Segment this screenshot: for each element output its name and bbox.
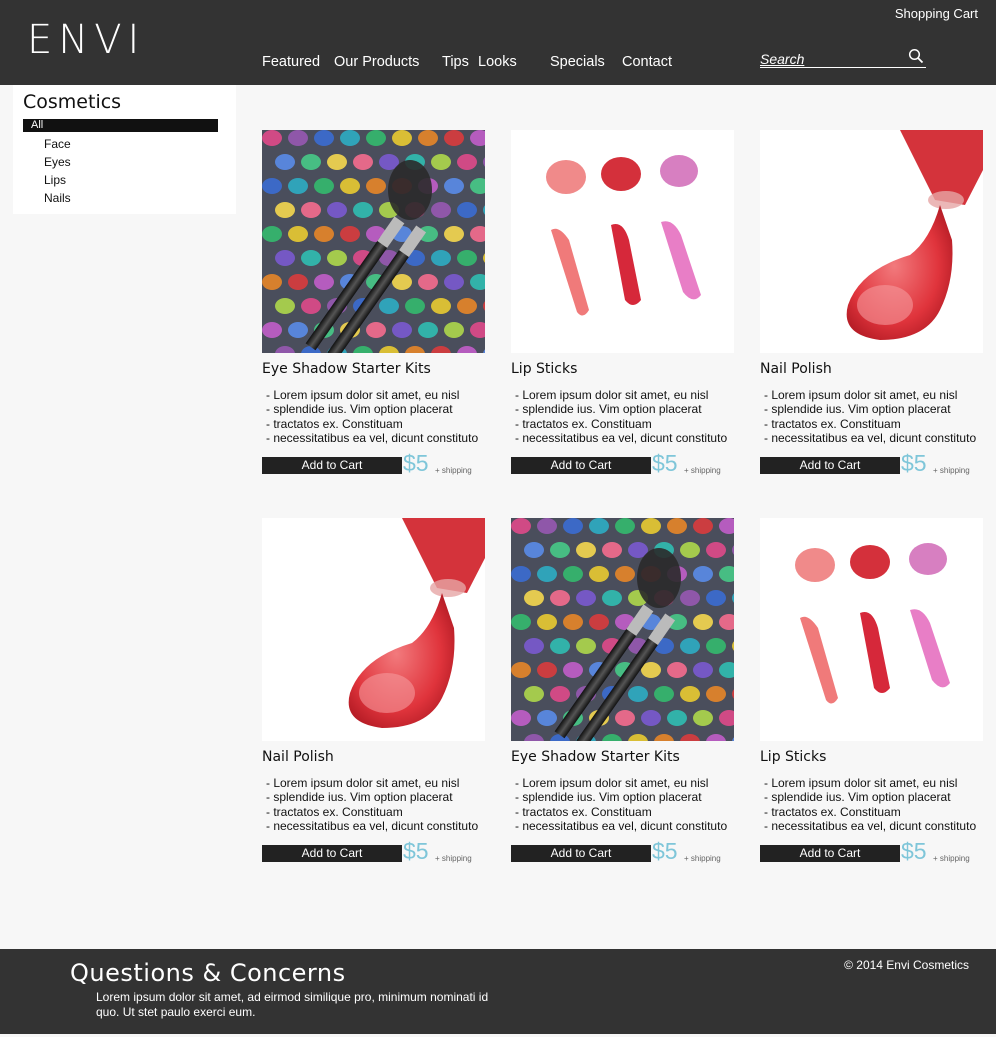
product-title[interactable]: Nail Polish	[262, 749, 334, 765]
add-to-cart-button[interactable]: Add to Cart	[262, 457, 402, 474]
description-line: - splendide ius. Vim option placerat	[764, 402, 951, 417]
description-line: - splendide ius. Vim option placerat	[266, 402, 453, 417]
site-header: ENVI Shopping Cart Featured Our Products…	[0, 0, 996, 85]
copyright: © 2014 Envi Cosmetics	[844, 958, 969, 972]
description-line: - tractatos ex. Constituam	[266, 804, 403, 819]
product-image[interactable]	[760, 130, 983, 353]
product-description: - Lorem ipsum dolor sit amet, eu nisl - s…	[266, 388, 478, 445]
product-description: - Lorem ipsum dolor sit amet, eu nisl - s…	[515, 776, 727, 833]
description-line: - Lorem ipsum dolor sit amet, eu nisl	[764, 776, 958, 790]
product-description: - Lorem ipsum dolor sit amet, eu nisl - s…	[764, 776, 976, 833]
sidebar-title: Cosmetics	[23, 91, 122, 113]
nav-looks[interactable]: Looks	[478, 54, 517, 70]
description-line: - tractatos ex. Constituam	[764, 804, 901, 819]
site-logo[interactable]: ENVI	[27, 18, 145, 62]
nav-tips[interactable]: Tips	[442, 54, 469, 70]
description-line: - necessitatibus ea vel, dicunt constitu…	[266, 430, 479, 445]
site-footer: Questions & Concerns Lorem ipsum dolor s…	[0, 949, 996, 1034]
product-title[interactable]: Lip Sticks	[511, 361, 577, 377]
product-price: $5	[652, 450, 678, 476]
description-line: - necessitatibus ea vel, dicunt constitu…	[764, 818, 977, 833]
product-image[interactable]	[511, 518, 734, 741]
product-card: Eye Shadow Starter Kits - Lorem ipsum dol…	[511, 518, 736, 868]
footer-text: Lorem ipsum dolor sit amet, ad eirmod si…	[96, 990, 489, 1019]
description-line: - necessitatibus ea vel, dicunt constitu…	[266, 818, 479, 833]
nav-contact[interactable]: Contact	[622, 54, 672, 70]
shipping-note: + shipping	[435, 854, 472, 863]
product-image[interactable]	[262, 518, 485, 741]
add-to-cart-button[interactable]: Add to Cart	[262, 845, 402, 862]
shipping-note: + shipping	[684, 466, 721, 475]
footer-title: Questions & Concerns	[70, 959, 346, 987]
category-sidebar: Cosmetics All Face Eyes Lips Nails	[13, 85, 236, 214]
description-line: - Lorem ipsum dolor sit amet, eu nisl	[764, 388, 958, 402]
product-card: Nail Polish - Lorem ipsum dolor sit amet,…	[760, 130, 985, 480]
add-to-cart-button[interactable]: Add to Cart	[760, 457, 900, 474]
add-to-cart-button[interactable]: Add to Cart	[511, 457, 651, 474]
description-line: - necessitatibus ea vel, dicunt constitu…	[764, 430, 977, 445]
product-description: - Lorem ipsum dolor sit amet, eu nisl - s…	[515, 388, 727, 445]
category-nails[interactable]: Nails	[44, 191, 71, 205]
product-price: $5	[652, 838, 678, 864]
description-line: - Lorem ipsum dolor sit amet, eu nisl	[266, 776, 460, 790]
product-description: - Lorem ipsum dolor sit amet, eu nisl - s…	[764, 388, 976, 445]
description-line: - splendide ius. Vim option placerat	[515, 790, 702, 805]
shipping-note: + shipping	[933, 466, 970, 475]
product-description: - Lorem ipsum dolor sit amet, eu nisl - s…	[266, 776, 478, 833]
description-line: - tractatos ex. Constituam	[515, 804, 652, 819]
product-price: $5	[403, 450, 429, 476]
product-image[interactable]	[760, 518, 983, 741]
description-line: - tractatos ex. Constituam	[764, 416, 901, 431]
product-card: Lip Sticks - Lorem ipsum dolor sit amet, …	[511, 130, 736, 480]
product-card: Lip Sticks - Lorem ipsum dolor sit amet, …	[760, 518, 985, 868]
category-all[interactable]: All	[23, 119, 218, 132]
description-line: - necessitatibus ea vel, dicunt constitu…	[515, 818, 728, 833]
shipping-note: + shipping	[684, 854, 721, 863]
nav-featured[interactable]: Featured	[262, 54, 320, 70]
description-line: - Lorem ipsum dolor sit amet, eu nisl	[515, 388, 709, 402]
category-eyes[interactable]: Eyes	[44, 155, 71, 169]
product-title[interactable]: Nail Polish	[760, 361, 832, 377]
description-line: - Lorem ipsum dolor sit amet, eu nisl	[515, 776, 709, 790]
description-line: - splendide ius. Vim option placerat	[515, 402, 702, 417]
product-title[interactable]: Lip Sticks	[760, 749, 826, 765]
product-title[interactable]: Eye Shadow Starter Kits	[262, 361, 431, 377]
product-image[interactable]	[511, 130, 734, 353]
shopping-cart-link[interactable]: Shopping Cart	[895, 6, 978, 21]
description-line: - Lorem ipsum dolor sit amet, eu nisl	[266, 388, 460, 402]
search-input[interactable]	[760, 48, 900, 67]
category-face[interactable]: Face	[44, 137, 71, 151]
description-line: - splendide ius. Vim option placerat	[764, 790, 951, 805]
description-line: - necessitatibus ea vel, dicunt constitu…	[515, 430, 728, 445]
product-image[interactable]	[262, 130, 485, 353]
shipping-note: + shipping	[933, 854, 970, 863]
add-to-cart-button[interactable]: Add to Cart	[760, 845, 900, 862]
category-lips[interactable]: Lips	[44, 173, 66, 187]
shipping-note: + shipping	[435, 466, 472, 475]
product-card: Nail Polish - Lorem ipsum dolor sit amet,…	[262, 518, 487, 868]
nav-our-products[interactable]: Our Products	[334, 54, 419, 70]
product-title[interactable]: Eye Shadow Starter Kits	[511, 749, 680, 765]
add-to-cart-button[interactable]: Add to Cart	[511, 845, 651, 862]
product-card: Eye Shadow Starter Kits - Lorem ipsum dol…	[262, 130, 487, 480]
description-line: - tractatos ex. Constituam	[515, 416, 652, 431]
product-price: $5	[901, 838, 927, 864]
product-price: $5	[403, 838, 429, 864]
description-line: - splendide ius. Vim option placerat	[266, 790, 453, 805]
search-box	[760, 48, 926, 68]
nav-specials[interactable]: Specials	[550, 54, 605, 70]
description-line: - tractatos ex. Constituam	[266, 416, 403, 431]
product-price: $5	[901, 450, 927, 476]
search-icon[interactable]	[908, 48, 924, 64]
